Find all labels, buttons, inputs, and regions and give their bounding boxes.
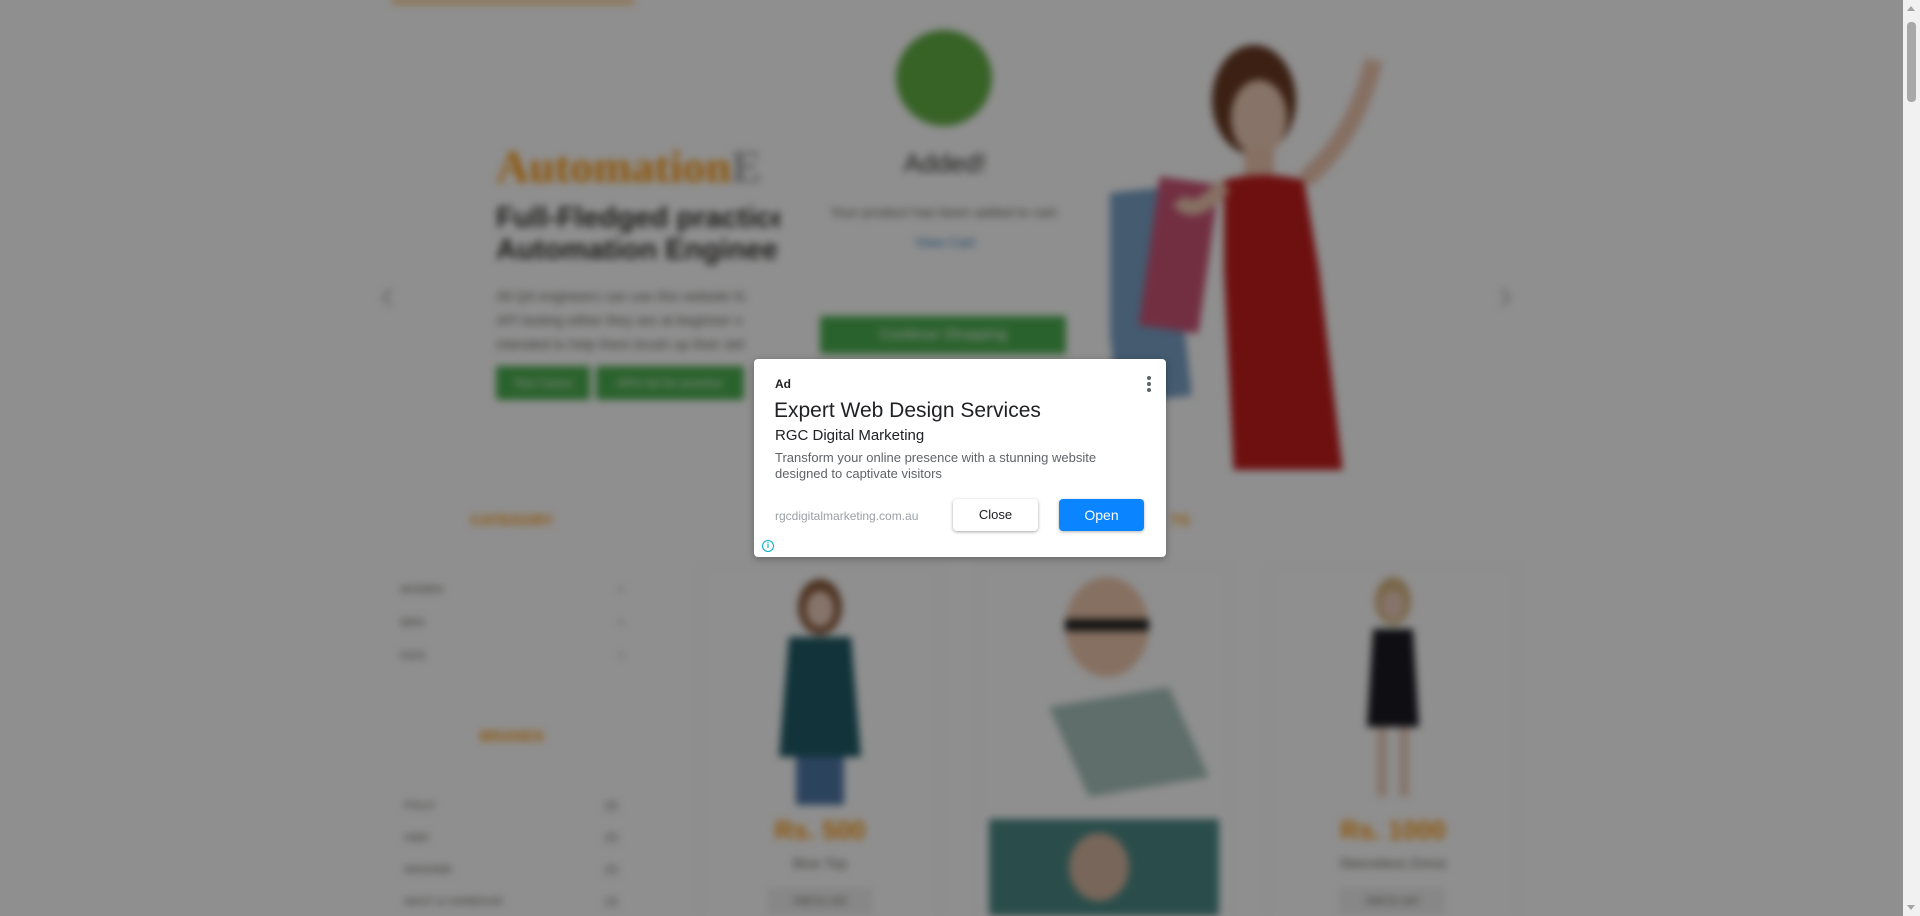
ad-label: Ad (775, 377, 791, 391)
more-options-icon[interactable] (1146, 376, 1152, 394)
ad-url[interactable]: rgcdigitalmarketing.com.au (775, 509, 918, 523)
ad-advertiser[interactable]: RGC Digital Marketing (775, 427, 924, 444)
ad-dialog: Ad Expert Web Design Services RGC Digita… (754, 359, 1166, 557)
close-button[interactable]: Close (953, 499, 1038, 531)
ad-headline[interactable]: Expert Web Design Services (774, 399, 1041, 423)
ad-body: Transform your online presence with a st… (775, 450, 1097, 481)
vertical-scrollbar[interactable] (1903, 0, 1920, 916)
scroll-down-icon[interactable] (1907, 905, 1915, 910)
scroll-thumb[interactable] (1907, 22, 1916, 102)
info-icon[interactable]: i (762, 540, 774, 552)
open-button[interactable]: Open (1059, 499, 1144, 531)
scroll-up-icon[interactable] (1907, 6, 1915, 11)
